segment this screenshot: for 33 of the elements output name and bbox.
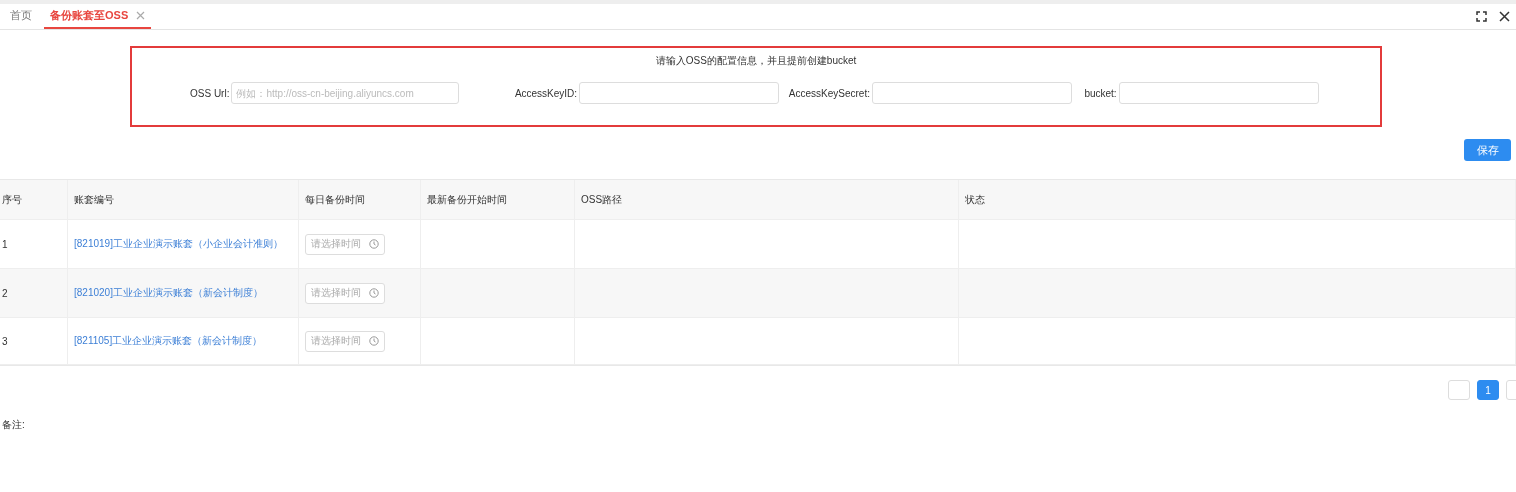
time-picker[interactable]: 请选择时间 (305, 282, 385, 304)
table-cell: 3 (0, 318, 68, 364)
config-hint: 请输入OSS的配置信息，并且提前创建bucket (655, 54, 857, 68)
input-field[interactable] (1118, 82, 1319, 104)
input-field[interactable] (579, 82, 780, 104)
tab[interactable]: 备份账套至OSS (44, 4, 152, 29)
page-button[interactable]: 1 (1477, 380, 1499, 400)
time-picker[interactable]: 请选择时间 (305, 233, 385, 255)
table-cell: 2 (0, 269, 68, 317)
table-cell: 1 (0, 220, 68, 268)
field-label: AccessKeyID: (514, 87, 578, 99)
field-label: bucket: (1084, 87, 1117, 99)
clock-icon (369, 288, 379, 298)
prev-page-button[interactable] (1448, 380, 1470, 400)
save-button[interactable]: 保存 (1464, 139, 1511, 161)
account-link[interactable]: [821019]工业企业演示账套（小企业会计准则） (74, 237, 283, 251)
time-picker[interactable]: 请选择时间 (305, 330, 385, 352)
column-header: 最新备份开始时间 (421, 180, 575, 219)
field-label: OSS Url: (190, 87, 230, 99)
account-link[interactable]: [821105]工业企业演示账套（新会计制度） (74, 334, 263, 348)
clock-icon (369, 239, 379, 249)
clock-icon (369, 336, 379, 346)
column-header: 账套编号 (68, 180, 299, 219)
tab[interactable]: 首页 (4, 4, 38, 29)
column-header: 序号 (0, 180, 68, 219)
input-field[interactable]: 例如：http://oss-cn-beijing.aliyuncs.com (231, 82, 460, 104)
column-header: 状态 (959, 180, 1516, 219)
column-header: 每日备份时间 (299, 180, 421, 219)
input-field[interactable] (871, 82, 1072, 104)
column-header: OSS路径 (575, 180, 959, 219)
account-link[interactable]: [821020]工业企业演示账套（新会计制度） (74, 286, 263, 300)
remarks-label: 备注: (1, 418, 26, 432)
field-label: AccessKeySecret: (788, 87, 870, 99)
